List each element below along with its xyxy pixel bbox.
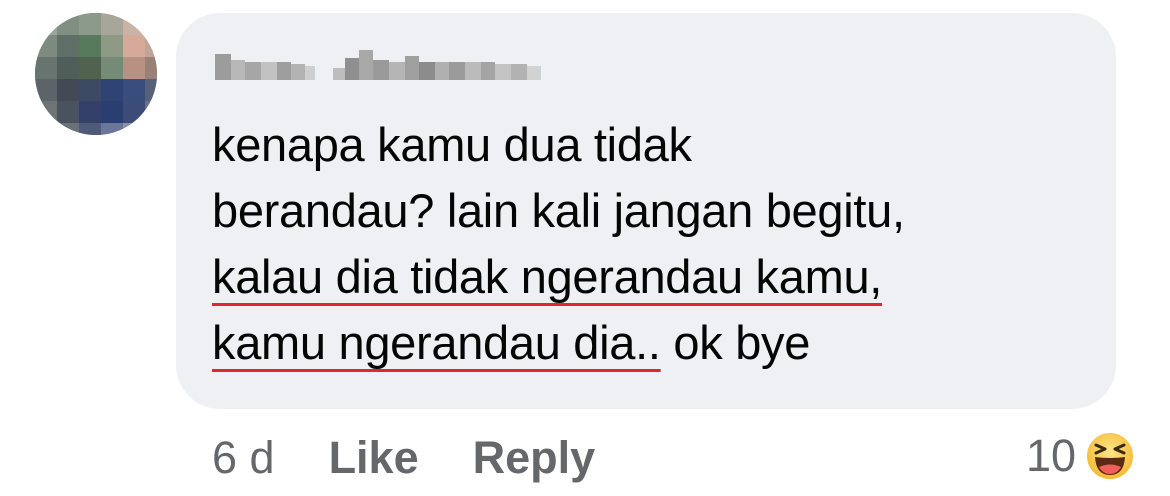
spellcheck-underlined-text: kalau dia tidak ngerandau kamu, bbox=[212, 250, 883, 303]
avatar[interactable] bbox=[35, 13, 157, 135]
comment-action-bar: 6 d Like Reply bbox=[212, 428, 595, 488]
spellcheck-underlined-text: kamu ngerandau dia.. bbox=[212, 316, 661, 369]
author-name-redacted[interactable] bbox=[215, 46, 545, 86]
reaction-count: 10 bbox=[1025, 430, 1076, 481]
haha-emoji-icon bbox=[1084, 430, 1136, 482]
pixelated-name-graphic bbox=[215, 50, 541, 80]
comment-line-1: kenapa kamu dua tidak bbox=[212, 118, 692, 171]
comment-line-2: berandau? lain kali jangan begitu, bbox=[212, 184, 905, 237]
reaction-summary[interactable]: 10 bbox=[1026, 426, 1136, 486]
avatar-image-pixelated bbox=[35, 13, 157, 135]
like-button[interactable]: Like bbox=[329, 432, 419, 484]
comment-timestamp[interactable]: 6 d bbox=[212, 432, 275, 484]
comment-line-4-tail: ok bye bbox=[660, 316, 811, 369]
comment-line-3: kalau dia tidak ngerandau kamu, bbox=[212, 244, 1102, 310]
comment-container: kenapa kamu dua tidak berandau? lain kal… bbox=[0, 0, 1170, 496]
reply-button[interactable]: Reply bbox=[473, 432, 596, 484]
comment-line-4: kamu ngerandau dia.. ok bye bbox=[212, 310, 1102, 376]
comment-text: kenapa kamu dua tidak berandau? lain kal… bbox=[212, 112, 1102, 376]
